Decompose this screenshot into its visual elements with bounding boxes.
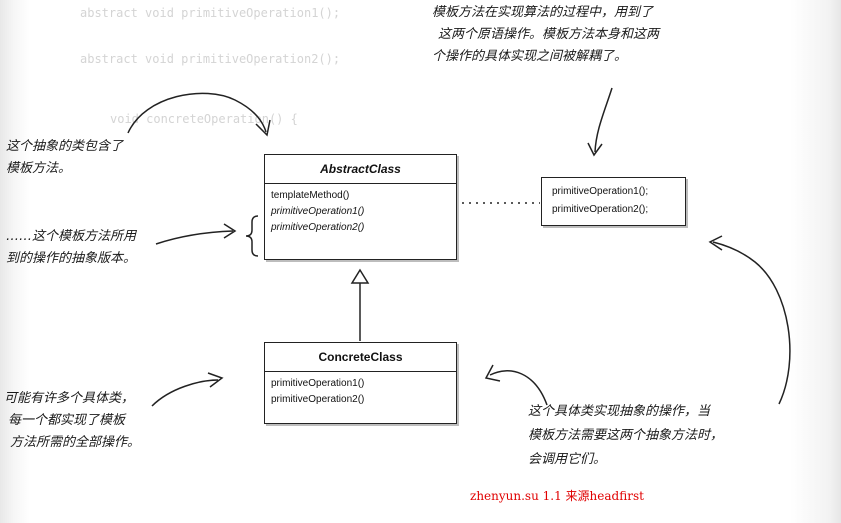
primitive-op2-abstract: primitiveOperation2() <box>271 222 365 233</box>
abstract-class-operations: templateMethod() primitiveOperation1() p… <box>265 184 456 240</box>
annotation-line: 个操作的具体实现之间被解耦了。 <box>432 49 628 64</box>
arrow-left-bottom <box>151 379 219 407</box>
annotation-line: 这个具体类实现抽象的操作，当 <box>528 404 711 419</box>
arrow-right-bottom-up <box>712 241 791 405</box>
code-line-2: primitiveOperation2(); <box>552 204 649 215</box>
annotation-left-middle: ……这个模板方法所用 到的操作的抽象版本。 <box>6 226 136 270</box>
concrete-class-name: ConcreteClass <box>265 343 456 372</box>
annotation-left-bottom: 可能有许多个具体类， 每一个都实现了模板 方法所需的全部操作。 <box>4 388 140 454</box>
annotation-line: 模板方法在实现算法的过程中，用到了 <box>432 5 654 20</box>
template-method-op: templateMethod() <box>271 190 350 201</box>
concrete-class-operations: primitiveOperation1() primitiveOperation… <box>265 372 456 412</box>
annotation-line: 可能有许多个具体类， <box>4 391 135 406</box>
arrow-left-middle <box>155 230 234 245</box>
annotation-line: 模板方法需要这两个抽象方法时， <box>528 428 724 443</box>
annotation-left-top: 这个抽象的类包含了 模板方法。 <box>6 136 123 180</box>
primitive-op1-concrete: primitiveOperation1() <box>271 378 365 389</box>
concrete-class-box: ConcreteClass primitiveOperation1() prim… <box>264 342 457 424</box>
annotation-line: 这个抽象的类包含了 <box>6 139 124 154</box>
arrow-top-right <box>594 87 613 153</box>
annotation-line: 到的操作的抽象版本。 <box>6 251 137 266</box>
annotation-line: ……这个模板方法所用 <box>6 229 137 244</box>
annotation-top-right: 模板方法在实现算法的过程中，用到了 这两个原语操作。模板方法本身和这两 个操作的… <box>432 2 659 68</box>
abstract-class-box: AbstractClass templateMethod() primitive… <box>264 154 457 260</box>
arrow-left-top <box>127 92 267 134</box>
abstract-class-name: AbstractClass <box>265 155 456 184</box>
template-method-code-box: primitiveOperation1(); primitiveOperatio… <box>541 177 686 226</box>
arrowhead-left-top <box>255 119 271 137</box>
annotation-line: 这两个原语操作。模板方法本身和这两 <box>438 27 660 42</box>
annotation-line: 模板方法。 <box>6 161 72 176</box>
annotation-line: 每一个都实现了模板 <box>8 413 126 428</box>
primitive-op2-concrete: primitiveOperation2() <box>271 394 365 405</box>
inheritance-triangle <box>350 268 370 284</box>
annotation-right-bottom: 这个具体类实现抽象的操作，当 模板方法需要这两个抽象方法时， 会调用它们。 <box>528 400 723 472</box>
primitive-op1-abstract: primitiveOperation1() <box>271 206 365 217</box>
source-credit: zhenyun.su 1.1 来源headfirst <box>470 489 644 503</box>
operations-brace <box>245 215 259 257</box>
annotation-line: 会调用它们。 <box>528 452 607 467</box>
annotation-line: 方法所需的全部操作。 <box>10 435 141 450</box>
diagram-canvas: abstract void primitiveOperation1(); abs… <box>0 0 841 523</box>
code-line-1: primitiveOperation1(); <box>552 186 649 197</box>
